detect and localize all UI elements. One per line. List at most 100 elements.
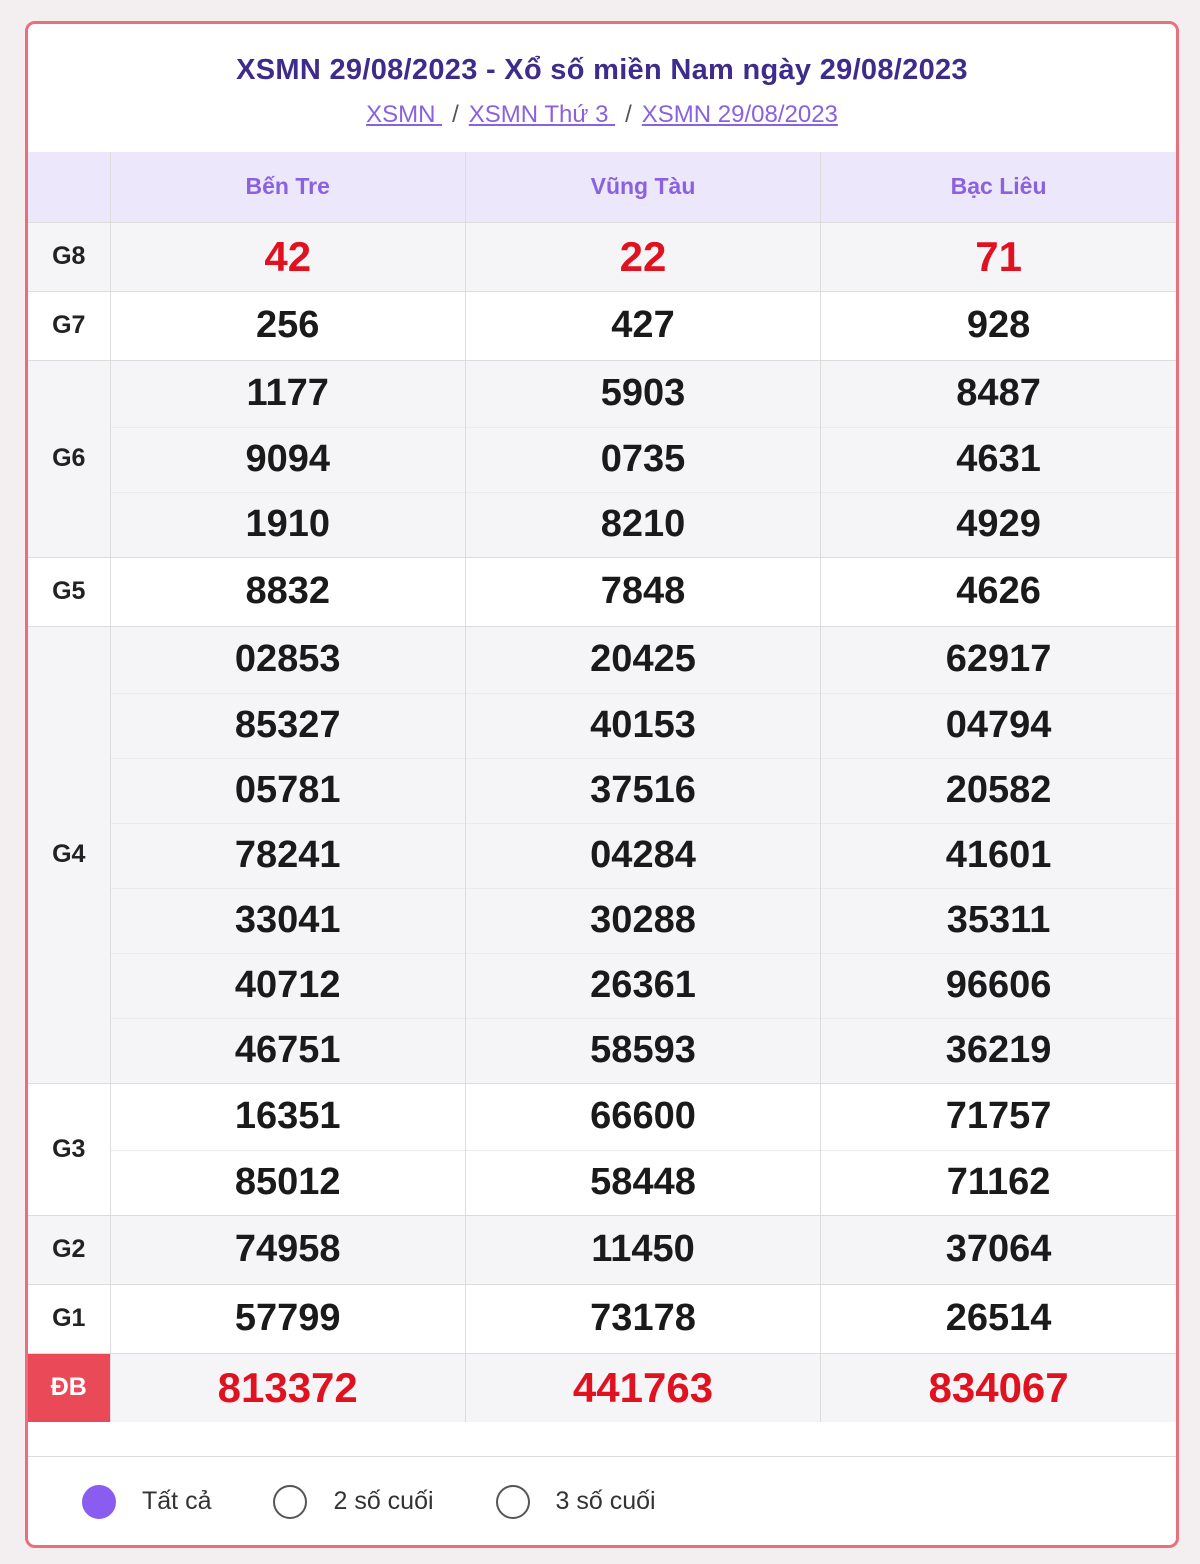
filter-label: Tất cả [142,1487,212,1515]
radio-empty-icon[interactable] [495,1484,530,1519]
prize-number: 42 [110,221,466,291]
prize-number: 813372 [110,1352,466,1422]
prize-row: 1910 8210 4929 [28,491,1176,557]
prize-number: 85327 [110,692,466,758]
filter-option-last-2[interactable]: 2 số cuối [273,1484,434,1519]
prize-label: G4 [28,625,111,1083]
prize-label: G1 [28,1283,111,1353]
prize-number: 928 [820,290,1176,360]
prize-number: 22 [465,221,822,291]
results-card: XSMN 29/08/2023 - Xổ số miền Nam ngày 29… [25,21,1179,1548]
prize-number: 37516 [465,757,822,823]
prize-number: 58448 [465,1149,822,1215]
prize-number: 36219 [820,1017,1176,1083]
prize-row: ĐB 813372 441763 834067 [28,1352,1176,1422]
prize-number: 02853 [110,625,466,693]
prize-label: G3 [28,1082,111,1215]
breadcrumb-separator: / [452,101,459,128]
prize-number: 0735 [465,426,822,492]
prize-number: 4631 [820,426,1176,492]
prize-row: 85327 40153 04794 [28,692,1176,758]
prize-number: 7848 [465,556,822,626]
prize-number: 04794 [820,692,1176,758]
results-table: Bến Tre Vũng Tàu Bạc Liêu G8 42 22 71 G7 256 4… [28,152,1176,1422]
prize-number: 5903 [465,359,822,427]
prize-row: G6 1177 5903 8487 [28,359,1176,557]
prize-number: 8210 [465,491,822,557]
prize-number: 62917 [820,625,1176,693]
prize-number: 4929 [820,491,1176,557]
prize-label: G6 [28,359,111,557]
prize-number: 71 [820,221,1176,291]
breadcrumb-link-xsmn-date[interactable]: XSMN 29/08/2023 [642,101,838,128]
prize-row: G4 02853 20425 62917 [28,625,1176,1083]
prize-number: 41601 [820,822,1176,888]
filter-label: 3 số cuối [555,1487,656,1515]
digit-filter: Tất cả 2 số cuối 3 số cuối [28,1456,1176,1545]
prize-number: 40153 [465,692,822,758]
province-header-vung-tau: Vũng Tàu [465,152,822,222]
prize-number: 427 [465,290,822,360]
prize-number: 30288 [465,887,822,953]
prize-number: 71757 [820,1082,1176,1150]
prize-row: 85012 58448 71162 [28,1149,1176,1215]
prize-number: 1910 [110,491,466,557]
prize-number: 1177 [110,359,466,427]
filter-option-last-3[interactable]: 3 số cuối [495,1484,656,1519]
prize-row: 9094 0735 4631 [28,426,1176,492]
prize-row: G3 16351 66600 71757 [28,1082,1176,1215]
prize-number: 96606 [820,952,1176,1018]
province-header-bac-lieu: Bạc Liêu [820,152,1176,222]
breadcrumb-separator: / [625,101,632,128]
prize-row: 05781 37516 20582 [28,757,1176,823]
prize-number: 58593 [465,1017,822,1083]
prize-number: 4626 [820,556,1176,626]
province-header-ben-tre: Bến Tre [110,152,466,222]
prize-row: 78241 04284 41601 [28,822,1176,888]
breadcrumb: XSMN / XSMN Thứ 3 / XSMN 29/08/2023 [28,101,1176,129]
prize-number: 46751 [110,1017,466,1083]
prize-header-cell [28,152,111,222]
prize-number: 26514 [820,1283,1176,1353]
prize-label: G7 [28,290,111,360]
prize-row: G1 57799 73178 26514 [28,1283,1176,1353]
prize-label: G5 [28,556,111,626]
prize-number: 78241 [110,822,466,888]
filter-label: 2 số cuối [333,1487,434,1515]
prize-row: G5 8832 7848 4626 [28,556,1176,626]
prize-number: 834067 [820,1352,1176,1422]
prize-number: 05781 [110,757,466,823]
prize-number: 26361 [465,952,822,1018]
prize-number: 20582 [820,757,1176,823]
prize-number: 73178 [465,1283,822,1353]
prize-number: 35311 [820,887,1176,953]
filter-option-all[interactable]: Tất cả [82,1484,212,1519]
prize-row: 40712 26361 96606 [28,952,1176,1018]
radio-empty-icon[interactable] [273,1484,308,1519]
breadcrumb-link-xsmn-thu-3[interactable]: XSMN Thứ 3 [469,101,615,128]
breadcrumb-link-xsmn[interactable]: XSMN [366,101,442,128]
page-title: XSMN 29/08/2023 - Xổ số miền Nam ngày 29… [236,54,968,86]
prize-row: G7 256 427 928 [28,290,1176,360]
results-header: XSMN 29/08/2023 - Xổ số miền Nam ngày 29… [28,24,1176,152]
prize-label: ĐB [28,1352,111,1422]
prize-number: 40712 [110,952,466,1018]
prize-number: 8487 [820,359,1176,427]
prize-row: 46751 58593 36219 [28,1017,1176,1083]
prize-number: 8832 [110,556,466,626]
prize-number: 16351 [110,1082,466,1150]
prize-number: 37064 [820,1214,1176,1284]
prize-number: 9094 [110,426,466,492]
prize-label: G8 [28,221,111,291]
prize-row: 33041 30288 35311 [28,887,1176,953]
prize-number: 11450 [465,1214,822,1284]
prize-number: 20425 [465,625,822,693]
prize-number: 85012 [110,1149,466,1215]
province-header-row: Bến Tre Vũng Tàu Bạc Liêu [28,152,1176,222]
prize-number: 04284 [465,822,822,888]
radio-selected-icon[interactable] [82,1484,116,1519]
prize-number: 74958 [110,1214,466,1284]
prize-number: 256 [110,290,466,360]
prize-row: G8 42 22 71 [28,221,1176,291]
prize-number: 33041 [110,887,466,953]
